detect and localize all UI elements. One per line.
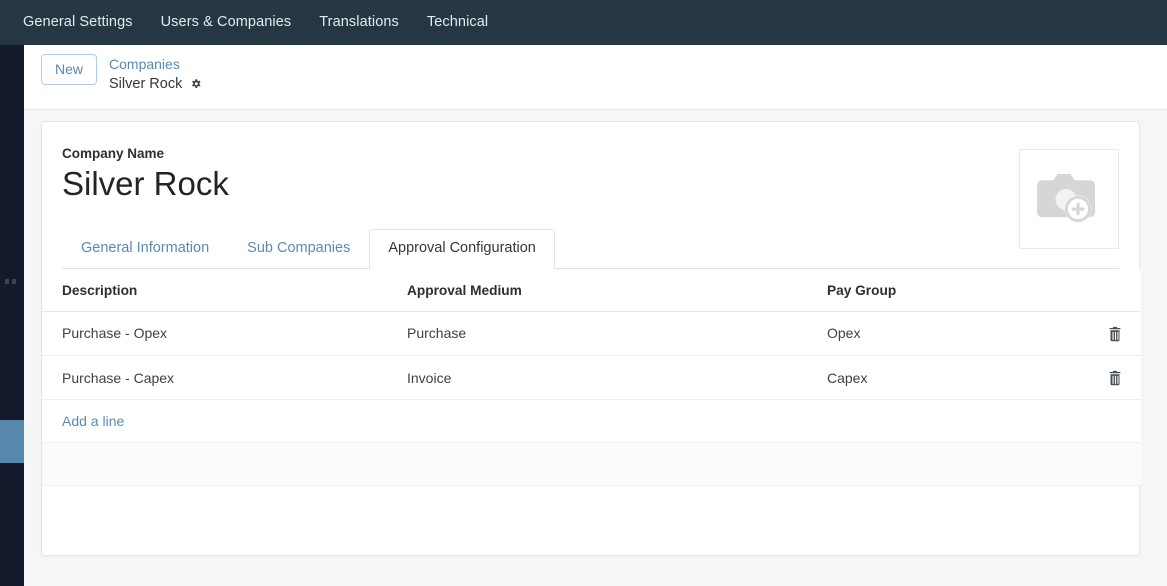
- company-name-input[interactable]: Silver Rock: [62, 164, 1139, 204]
- trash-icon[interactable]: [1108, 326, 1122, 342]
- tab-approval-configuration[interactable]: Approval Configuration: [369, 229, 555, 269]
- notebook: General Information Sub Companies Approv…: [42, 229, 1139, 269]
- nav-technical[interactable]: Technical: [413, 0, 502, 45]
- table-filler-row: [42, 442, 1141, 487]
- cell-description[interactable]: Purchase - Capex: [42, 355, 387, 401]
- approval-configuration-table: Description Approval Medium Pay Group Pu…: [42, 268, 1141, 487]
- top-navbar: General Settings Users & Companies Trans…: [0, 0, 1167, 45]
- table-filler-cell: [42, 442, 1141, 487]
- notebook-tabs: General Information Sub Companies Approv…: [62, 229, 1119, 269]
- breadcrumb-current-record: Silver Rock: [109, 75, 183, 92]
- add-line-row[interactable]: Add a line: [42, 399, 1141, 444]
- tab-general-information[interactable]: General Information: [62, 229, 228, 267]
- breadcrumb-companies-link[interactable]: Companies: [109, 55, 203, 74]
- sheet-container: Company Name Silver Rock General Informa…: [24, 110, 1167, 586]
- control-panel-inner: New Companies Silver Rock: [24, 45, 1167, 94]
- cell-approval-medium[interactable]: Invoice: [387, 355, 807, 401]
- cell-delete: [1097, 355, 1141, 401]
- tab-sub-companies[interactable]: Sub Companies: [228, 229, 369, 267]
- trash-icon[interactable]: [1108, 370, 1122, 386]
- control-panel: New Companies Silver Rock: [24, 45, 1167, 110]
- gear-icon[interactable]: [189, 78, 203, 92]
- add-a-line-link[interactable]: Add a line: [62, 413, 124, 429]
- column-description[interactable]: Description: [42, 268, 387, 312]
- cell-approval-medium[interactable]: Purchase: [387, 311, 807, 356]
- breadcrumb-current-row: Silver Rock: [109, 75, 203, 95]
- nav-translations[interactable]: Translations: [305, 0, 413, 45]
- camera-plus-icon: [1032, 169, 1106, 229]
- rail-collapsed-indicator-icon: [5, 277, 21, 285]
- company-title-block: Company Name Silver Rock: [42, 122, 1139, 204]
- cell-pay-group[interactable]: Capex: [807, 355, 1097, 401]
- left-sidebar-rail[interactable]: [0, 45, 24, 586]
- company-name-label: Company Name: [62, 146, 165, 161]
- breadcrumb: Companies Silver Rock: [109, 54, 203, 94]
- column-actions: [1097, 268, 1141, 312]
- cell-delete: [1097, 311, 1141, 356]
- table-row[interactable]: Purchase - Capex Invoice Capex: [42, 355, 1141, 401]
- rail-active-marker[interactable]: [0, 420, 24, 463]
- cell-pay-group[interactable]: Opex: [807, 311, 1097, 356]
- nav-users-companies[interactable]: Users & Companies: [147, 0, 306, 45]
- column-approval-medium[interactable]: Approval Medium: [387, 268, 807, 312]
- app-root: General Settings Users & Companies Trans…: [0, 0, 1167, 586]
- form-sheet: Company Name Silver Rock General Informa…: [41, 121, 1141, 556]
- add-line-cell: Add a line: [42, 399, 1141, 444]
- company-logo-upload[interactable]: [1019, 149, 1119, 249]
- table-header: Description Approval Medium Pay Group: [42, 268, 1141, 312]
- table-body: Purchase - Opex Purchase Opex Purchase -…: [42, 311, 1141, 487]
- column-pay-group[interactable]: Pay Group: [807, 268, 1097, 312]
- sheet-bottom-spacer: [42, 486, 1139, 537]
- nav-general-settings[interactable]: General Settings: [9, 0, 147, 45]
- cell-description[interactable]: Purchase - Opex: [42, 311, 387, 356]
- table-header-row: Description Approval Medium Pay Group: [42, 268, 1141, 312]
- new-button[interactable]: New: [41, 54, 98, 86]
- table-row[interactable]: Purchase - Opex Purchase Opex: [42, 311, 1141, 356]
